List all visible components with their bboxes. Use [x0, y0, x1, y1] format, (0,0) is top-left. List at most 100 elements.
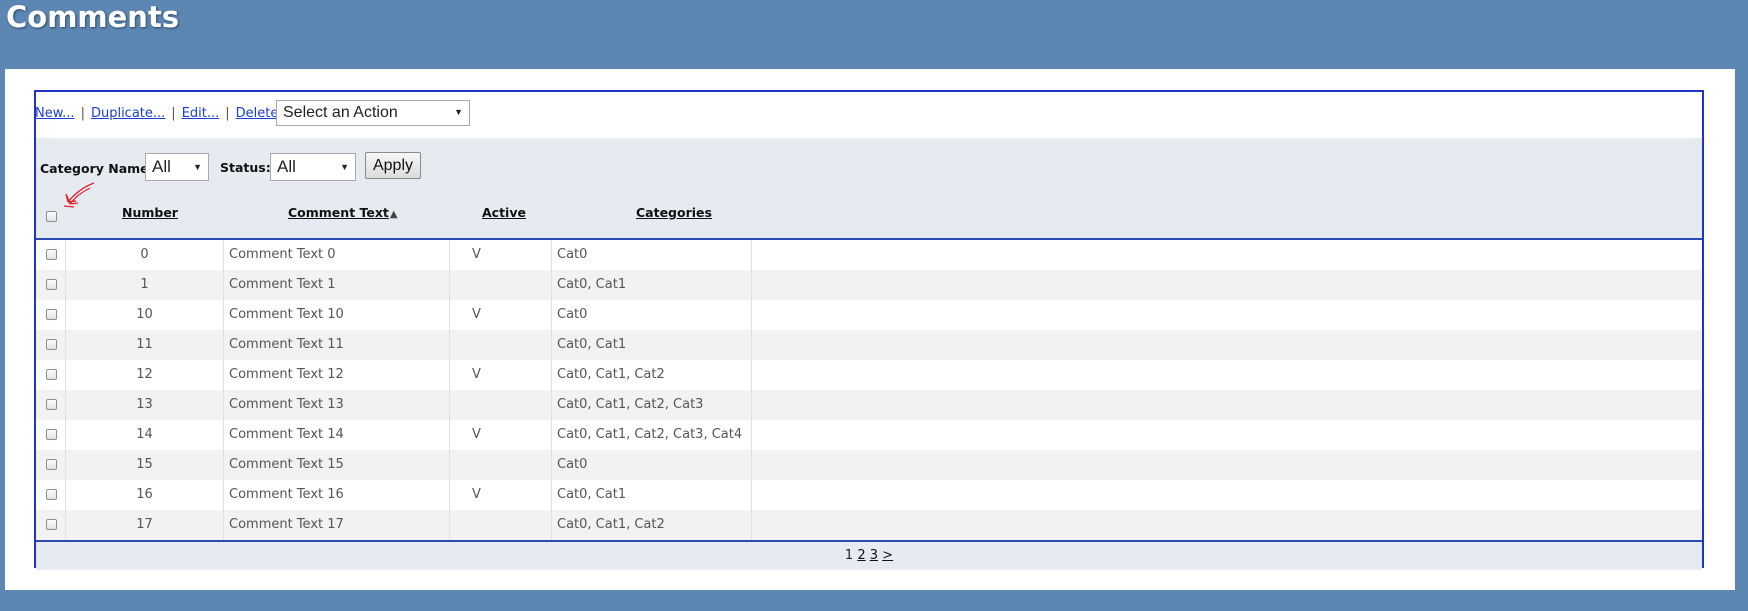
cell-comment-text: Comment Text 1: [224, 270, 450, 300]
table-row[interactable]: 10 Comment Text 10 V Cat0: [36, 300, 1702, 330]
cell-comment-text: Comment Text 16: [224, 480, 450, 510]
table-row[interactable]: 0 Comment Text 0 V Cat0: [36, 240, 1702, 270]
separator: |: [171, 106, 176, 121]
cell-number: 13: [66, 390, 224, 420]
action-select[interactable]: Select an Action ▼: [276, 100, 470, 126]
table-row[interactable]: 1 Comment Text 1 Cat0, Cat1: [36, 270, 1702, 300]
toolbar-links: New... | Duplicate... | Edit... | Delete: [35, 106, 278, 121]
row-checkbox[interactable]: [46, 249, 57, 260]
column-header-comment-text[interactable]: Comment Text▲: [288, 205, 398, 220]
cell-number: 11: [66, 330, 224, 360]
cell-number: 15: [66, 450, 224, 480]
cell-comment-text: Comment Text 10: [224, 300, 450, 330]
row-checkbox[interactable]: [46, 339, 57, 350]
table-row[interactable]: 11 Comment Text 11 Cat0, Cat1: [36, 330, 1702, 360]
cell-comment-text: Comment Text 14: [224, 420, 450, 450]
cell-active: [450, 510, 552, 540]
cell-comment-text: Comment Text 11: [224, 330, 450, 360]
cell-categories: Cat0, Cat1, Cat2, Cat3, Cat4: [552, 420, 752, 450]
cell-categories: Cat0: [552, 300, 752, 330]
new-link[interactable]: New...: [35, 106, 75, 121]
cell-active: V: [450, 360, 552, 390]
cell-comment-text: Comment Text 15: [224, 450, 450, 480]
filter-header: Category Name: All ▼ Status: All ▼ Apply…: [36, 138, 1702, 240]
table-body: 0 Comment Text 0 V Cat0 1 Comment Text 1 Cat0,…: [36, 240, 1702, 540]
column-header-number[interactable]: Number: [122, 205, 178, 220]
page-current: 1: [844, 548, 854, 563]
cell-active: V: [450, 240, 552, 270]
cell-categories: Cat0: [552, 240, 752, 270]
row-select-cell: [36, 390, 66, 420]
cell-comment-text: Comment Text 12: [224, 360, 450, 390]
row-select-cell: [36, 360, 66, 390]
row-select-cell: [36, 480, 66, 510]
row-checkbox[interactable]: [46, 279, 57, 290]
table-row[interactable]: 17 Comment Text 17 Cat0, Cat1, Cat2: [36, 510, 1702, 540]
chevron-down-icon: ▼: [340, 162, 349, 172]
row-checkbox[interactable]: [46, 459, 57, 470]
next-page-link[interactable]: >: [882, 548, 893, 563]
cell-comment-text: Comment Text 0: [224, 240, 450, 270]
row-checkbox[interactable]: [46, 519, 57, 530]
row-select-cell: [36, 300, 66, 330]
cell-categories: Cat0, Cat1, Cat2: [552, 360, 752, 390]
table-row[interactable]: 14 Comment Text 14 V Cat0, Cat1, Cat2, Cat3…: [36, 420, 1702, 450]
toolbar: New... | Duplicate... | Edit... | Delete Selec…: [35, 92, 1702, 140]
cell-number: 0: [66, 240, 224, 270]
page-title: Comments: [6, 0, 180, 34]
row-select-cell: [36, 240, 66, 270]
sort-ascending-icon: ▲: [389, 209, 398, 220]
separator: |: [225, 106, 230, 121]
cell-active: V: [450, 300, 552, 330]
select-all-checkbox[interactable]: [46, 211, 57, 222]
category-filter-value: All: [152, 157, 171, 176]
page-link-3[interactable]: 3: [870, 548, 878, 563]
chevron-down-icon: ▼: [454, 107, 463, 117]
status-filter-select[interactable]: All ▼: [270, 153, 356, 181]
cell-number: 1: [66, 270, 224, 300]
content-panel: New... | Duplicate... | Edit... | Delete Selec…: [5, 69, 1735, 590]
cell-number: 16: [66, 480, 224, 510]
delete-link[interactable]: Delete: [236, 106, 279, 121]
page-link-2[interactable]: 2: [857, 548, 865, 563]
table-row[interactable]: 13 Comment Text 13 Cat0, Cat1, Cat2, Cat3: [36, 390, 1702, 420]
status-filter-value: All: [277, 157, 296, 176]
row-checkbox[interactable]: [46, 369, 57, 380]
cell-active: [450, 450, 552, 480]
column-header-categories[interactable]: Categories: [636, 205, 712, 220]
row-select-cell: [36, 420, 66, 450]
cell-active: [450, 270, 552, 300]
row-checkbox[interactable]: [46, 489, 57, 500]
category-filter-select[interactable]: All ▼: [145, 153, 209, 181]
column-header-active[interactable]: Active: [482, 205, 526, 220]
row-select-cell: [36, 330, 66, 360]
row-select-cell: [36, 450, 66, 480]
row-checkbox[interactable]: [46, 429, 57, 440]
separator: |: [80, 106, 85, 121]
row-select-cell: [36, 510, 66, 540]
cell-active: [450, 390, 552, 420]
cell-active: V: [450, 480, 552, 510]
column-header-label: Comment Text: [288, 205, 389, 220]
cell-categories: Cat0, Cat1: [552, 330, 752, 360]
table-row[interactable]: 15 Comment Text 15 Cat0: [36, 450, 1702, 480]
cell-active: [450, 330, 552, 360]
row-checkbox[interactable]: [46, 399, 57, 410]
cell-comment-text: Comment Text 17: [224, 510, 450, 540]
annotation-arrow-icon: [63, 182, 95, 208]
table-row[interactable]: 16 Comment Text 16 V Cat0, Cat1: [36, 480, 1702, 510]
cell-categories: Cat0, Cat1: [552, 270, 752, 300]
edit-link[interactable]: Edit...: [182, 106, 220, 121]
duplicate-link[interactable]: Duplicate...: [91, 106, 165, 121]
action-select-value: Select an Action: [283, 104, 398, 121]
apply-button[interactable]: Apply: [365, 152, 421, 179]
row-select-cell: [36, 270, 66, 300]
cell-number: 10: [66, 300, 224, 330]
table-row[interactable]: 12 Comment Text 12 V Cat0, Cat1, Cat2: [36, 360, 1702, 390]
row-checkbox[interactable]: [46, 309, 57, 320]
cell-categories: Cat0, Cat1, Cat2, Cat3: [552, 390, 752, 420]
cell-active: V: [450, 420, 552, 450]
cell-number: 12: [66, 360, 224, 390]
cell-categories: Cat0, Cat1, Cat2: [552, 510, 752, 540]
cell-comment-text: Comment Text 13: [224, 390, 450, 420]
